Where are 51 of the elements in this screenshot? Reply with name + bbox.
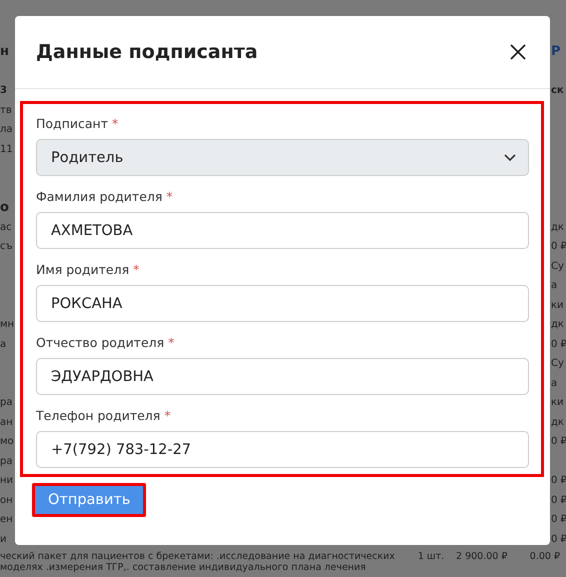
required-mark: *: [112, 116, 118, 131]
input-field[interactable]: РОКСАНА: [36, 285, 529, 322]
field-label: Подписант: [36, 116, 108, 131]
required-mark: *: [168, 335, 174, 350]
background-text: а: [0, 338, 6, 352]
background-text: ра: [0, 396, 12, 410]
close-icon[interactable]: [510, 44, 526, 60]
input-field[interactable]: +7(792) 783-12-27: [36, 431, 529, 468]
required-mark: *: [133, 262, 140, 277]
field-label: Фамилия родителя: [36, 189, 162, 204]
chevron-icon: [504, 154, 516, 162]
background-text: он: [0, 494, 13, 508]
select-field[interactable]: Родитель: [36, 139, 529, 176]
table-cell-text: 0.00 ₽: [528, 551, 560, 564]
field-label: Отчество родителя: [36, 335, 164, 350]
background-text: мн: [0, 318, 14, 332]
background-text: ки: [551, 396, 564, 410]
field-label: Имя родителя: [36, 262, 130, 277]
background-text: съ: [0, 240, 13, 254]
table-cell-text: 2 900.00 ₽: [456, 551, 508, 564]
background-text: мо: [0, 435, 14, 449]
background-text: ен: [0, 513, 13, 527]
background-text: 11: [0, 142, 13, 156]
background-text: а: [551, 376, 558, 390]
input-field[interactable]: ЭДУАРДОВНА: [36, 358, 529, 395]
background-text: н: [0, 43, 9, 61]
background-text: дк: [551, 318, 564, 332]
background-text: ла: [0, 123, 13, 137]
background-text: Су: [551, 260, 564, 274]
dialog-title: Данные подписанта: [36, 41, 258, 63]
background-text: Р: [551, 43, 561, 61]
background-text: ра: [0, 454, 12, 468]
background-text: дк: [551, 220, 564, 234]
background-text: а: [551, 279, 558, 293]
background-text: 3: [0, 84, 7, 98]
background-text: о: [0, 199, 9, 217]
required-mark: *: [164, 408, 171, 423]
background-text: дк: [551, 416, 564, 430]
table-cell-text: ческий пакет для пациентов с брекетами: .исследование на диагностических моделях .измерения ТГР,. составление индивидуального плана лечения: [0, 551, 396, 573]
background-text: Су: [551, 357, 564, 371]
background-text: ан: [0, 416, 13, 430]
input-field[interactable]: АХМЕТОВА: [36, 212, 529, 249]
background-text: ни: [0, 474, 14, 488]
required-mark: *: [166, 189, 173, 204]
background-text: тв: [0, 104, 12, 118]
background-text: ск: [551, 84, 564, 98]
background-text: ки: [551, 298, 564, 312]
background-text: ас: [0, 220, 12, 234]
background-text: и: [0, 532, 6, 546]
table-cell-text: 1 шт.: [416, 551, 446, 564]
field-label: Телефон родителя: [36, 408, 160, 423]
